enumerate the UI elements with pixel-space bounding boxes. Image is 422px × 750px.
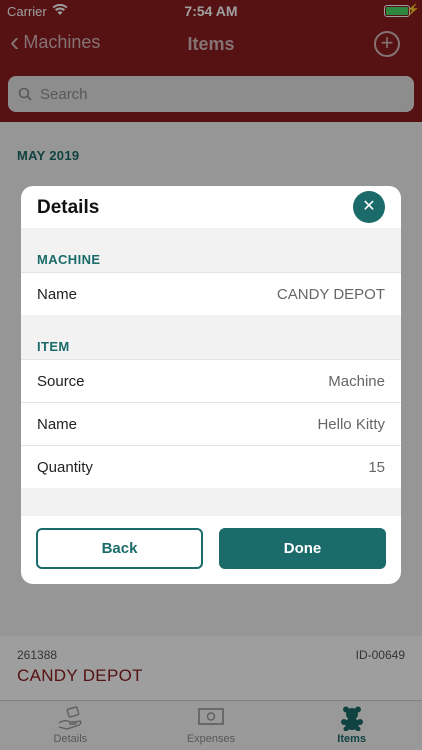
item-name-row: Name Hello Kitty <box>21 402 401 445</box>
row-label: Source <box>37 372 85 390</box>
close-button[interactable]: ✕ <box>353 191 385 223</box>
item-section-header: ITEM <box>21 315 401 359</box>
row-value: CANDY DEPOT <box>276 285 385 303</box>
row-label: Name <box>37 285 78 303</box>
row-label: Quantity <box>37 458 93 476</box>
done-button[interactable]: Done <box>219 528 386 569</box>
section-label: MACHINE <box>37 252 101 267</box>
machine-name-row: Name CANDY DEPOT <box>21 272 401 315</box>
machine-section-header: MACHINE <box>21 228 401 272</box>
details-modal: Details ✕ MACHINE Name CANDY DEPOT ITEM … <box>21 186 401 584</box>
modal-title: Details <box>37 197 100 218</box>
modal-actions: Back Done <box>21 514 401 584</box>
item-quantity-row: Quantity 15 <box>21 445 401 488</box>
divider <box>21 488 401 516</box>
modal-header: Details ✕ <box>21 186 401 228</box>
row-value: Hello Kitty <box>317 415 385 433</box>
close-icon: ✕ <box>362 198 376 215</box>
row-value: Machine <box>328 372 385 390</box>
section-label: ITEM <box>37 339 70 354</box>
back-action-button[interactable]: Back <box>36 528 203 569</box>
item-source-row: Source Machine <box>21 359 401 402</box>
row-value: 15 <box>368 458 385 476</box>
row-label: Name <box>37 415 78 433</box>
